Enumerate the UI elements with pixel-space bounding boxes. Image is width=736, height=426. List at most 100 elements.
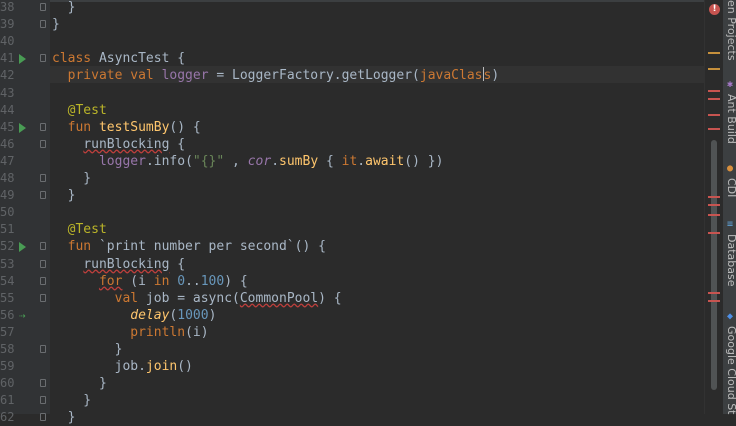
- line-number: 55: [0, 290, 15, 305]
- code-text: class AsyncTest {: [52, 51, 186, 67]
- fold-marker-icon[interactable]: [40, 20, 46, 29]
- code-text: }: [52, 342, 123, 357]
- code-line[interactable]: 44 @Test: [0, 102, 736, 119]
- editor-scrollbar[interactable]: !: [704, 0, 723, 414]
- line-number: 41: [0, 51, 15, 66]
- code-line[interactable]: 51 @Test: [0, 221, 736, 238]
- line-number: 53: [0, 256, 15, 271]
- line-number: 50: [0, 205, 15, 220]
- code-line[interactable]: 53 runBlocking {: [0, 256, 736, 273]
- run-gutter-icon[interactable]: [19, 122, 26, 133]
- code-line[interactable]: 46 runBlocking {: [0, 136, 736, 153]
- error-stripe-mark[interactable]: [708, 68, 720, 70]
- code-line[interactable]: 49 }: [0, 187, 736, 204]
- fold-marker-icon[interactable]: [40, 259, 46, 268]
- fold-marker-icon[interactable]: [40, 3, 46, 11]
- code-text: fun testSumBy() {: [67, 119, 201, 135]
- fold-marker-icon[interactable]: [40, 191, 46, 200]
- code-text: }: [52, 393, 92, 409]
- code-text: println(i): [130, 324, 209, 340]
- error-stripe-mark[interactable]: [708, 204, 720, 206]
- line-number: 43: [0, 85, 15, 100]
- code-text: for (i in 0..100) {: [98, 273, 248, 289]
- line-number: 59: [0, 359, 15, 374]
- code-line[interactable]: 60 }: [0, 375, 736, 392]
- fold-marker-icon[interactable]: [40, 293, 46, 302]
- error-stripe-mark[interactable]: [708, 128, 720, 130]
- error-indicator-icon[interactable]: !: [709, 4, 720, 15]
- ant-icon: ✱: [726, 79, 734, 90]
- tool-window-label: Ant Build: [725, 94, 736, 144]
- line-number: 44: [0, 102, 15, 117]
- tool-window-label: Database: [725, 234, 736, 287]
- line-number: 39: [0, 17, 15, 32]
- error-stripe-mark[interactable]: [708, 98, 720, 100]
- error-stripe-mark[interactable]: [708, 52, 720, 54]
- code-line[interactable]: 55 val job = async(CommonPool) {: [0, 290, 736, 307]
- code-text: logger.info("{}" , cor.sumBy { it.await(…: [98, 153, 444, 169]
- line-number: 42: [0, 68, 15, 83]
- error-stripe-mark[interactable]: [708, 292, 720, 294]
- code-line[interactable]: 41 class AsyncTest {: [0, 50, 736, 67]
- code-text: fun `print number per second`() {: [67, 239, 326, 255]
- error-stripe-mark[interactable]: [708, 300, 720, 302]
- code-text: }: [52, 410, 76, 426]
- code-text: delay(1000): [130, 307, 217, 323]
- suspend-call-icon: ⇢: [19, 308, 26, 322]
- fold-marker-icon[interactable]: [40, 54, 46, 63]
- run-gutter-icon[interactable]: [19, 242, 26, 253]
- tool-window-label: Google Cloud St: [725, 326, 736, 415]
- line-number: 61: [0, 393, 15, 408]
- fold-marker-icon[interactable]: [40, 242, 46, 251]
- error-stripe-mark[interactable]: [708, 214, 720, 216]
- code-line[interactable]: 42 private val logger = LoggerFactory.ge…: [0, 67, 736, 84]
- fold-marker-icon[interactable]: [40, 276, 46, 285]
- error-stripe-mark[interactable]: [708, 232, 720, 234]
- fold-marker-icon[interactable]: [40, 379, 46, 388]
- code-text: @Test: [67, 222, 107, 238]
- code-line[interactable]: 48 }: [0, 170, 736, 187]
- google-cloud-icon: ◆: [726, 311, 734, 322]
- code-text: }: [52, 0, 76, 15]
- fold-marker-icon[interactable]: [40, 413, 46, 422]
- code-line[interactable]: 62 }: [0, 409, 736, 426]
- fold-marker-icon[interactable]: [40, 139, 46, 148]
- error-stripe-mark[interactable]: [708, 196, 720, 198]
- scrollbar-thumb[interactable]: [711, 140, 717, 390]
- code-line[interactable]: 40: [0, 33, 736, 50]
- code-line[interactable]: 43: [0, 85, 736, 102]
- code-line[interactable]: 56 ⇢ delay(1000): [0, 307, 736, 324]
- line-number: 56: [0, 307, 15, 322]
- code-line[interactable]: 61 }: [0, 392, 736, 409]
- run-gutter-icon[interactable]: [19, 54, 26, 65]
- line-number: 62: [0, 410, 15, 425]
- fold-marker-icon[interactable]: [40, 396, 46, 405]
- code-line[interactable]: 45 fun testSumBy() {: [0, 119, 736, 136]
- code-line[interactable]: 47 logger.info("{}" , cor.sumBy { it.awa…: [0, 153, 736, 170]
- code-line[interactable]: 57 println(i): [0, 324, 736, 341]
- line-number: 58: [0, 342, 15, 356]
- code-text: }: [52, 171, 92, 186]
- code-text: }: [52, 376, 107, 392]
- line-number: 40: [0, 34, 15, 49]
- line-number: 48: [0, 171, 15, 185]
- fold-marker-icon[interactable]: [40, 345, 46, 353]
- error-stripe-mark[interactable]: [708, 90, 720, 92]
- code-line[interactable]: 39}: [0, 16, 736, 33]
- cdi-icon: ●: [726, 163, 734, 174]
- code-line[interactable]: 52 fun `print number per second`() {: [0, 238, 736, 255]
- line-number: 52: [0, 239, 15, 254]
- code-text: }: [52, 17, 60, 33]
- line-number: 60: [0, 376, 15, 391]
- fold-marker-icon[interactable]: [40, 174, 46, 182]
- tool-window-strip: en Projects ✱ Ant Build ● CDI ≡ Database…: [722, 0, 736, 415]
- code-line[interactable]: 58 }: [0, 341, 736, 358]
- code-line[interactable]: 54 for (i in 0..100) {: [0, 273, 736, 290]
- code-line[interactable]: 59 job.join(): [0, 358, 736, 375]
- fold-marker-icon[interactable]: [40, 122, 46, 131]
- error-stripe-mark[interactable]: [708, 114, 720, 116]
- code-line[interactable]: 38 }: [0, 0, 736, 16]
- line-number: 45: [0, 119, 15, 134]
- code-text: runBlocking {: [83, 256, 186, 272]
- code-line[interactable]: 50: [0, 204, 736, 221]
